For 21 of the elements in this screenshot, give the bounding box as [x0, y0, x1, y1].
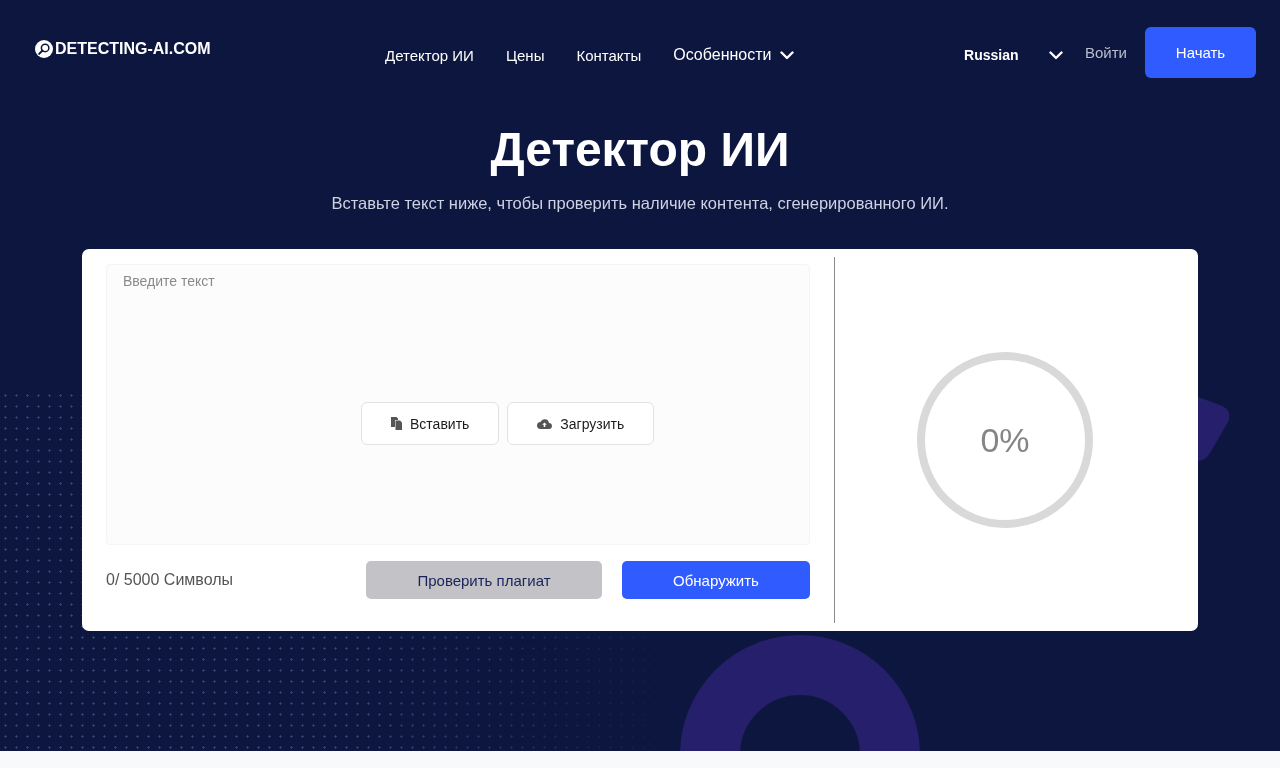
score-value: 0% — [980, 420, 1030, 460]
page-subtitle: Вставьте текст ниже, чтобы проверить наличие контента, сгенерированного ИИ. — [330, 193, 950, 214]
nav-link[interactable]: Контакты — [576, 46, 642, 64]
magnifier-logo-icon — [35, 39, 53, 58]
nav-link[interactable]: Цены — [505, 46, 545, 64]
detect-button[interactable]: Обнаружить — [622, 561, 810, 599]
chevron-down-icon — [1049, 50, 1063, 60]
character-count: 0/ 5000 Символы — [106, 571, 235, 589]
page-title: Детектор ИИ — [489, 122, 791, 178]
upload-button[interactable]: Загрузить — [507, 402, 655, 445]
language-select[interactable]: Russian — [964, 47, 1063, 63]
documents-icon — [391, 417, 402, 430]
logo-link[interactable]: DETECTING-AI.COM — [35, 39, 212, 58]
cloud-upload-icon — [537, 418, 553, 429]
nav-link[interactable]: Детектор ИИ — [385, 46, 474, 64]
start-button[interactable]: Начать — [1145, 27, 1256, 78]
paste-button[interactable]: Вставить — [361, 402, 500, 445]
chevron-down-icon — [780, 50, 795, 60]
login-link[interactable]: Войти — [1085, 43, 1127, 61]
plagiarism-check-button[interactable]: Проверить плагиат — [366, 561, 602, 599]
nav-dropdown[interactable]: Особенности — [673, 46, 795, 64]
